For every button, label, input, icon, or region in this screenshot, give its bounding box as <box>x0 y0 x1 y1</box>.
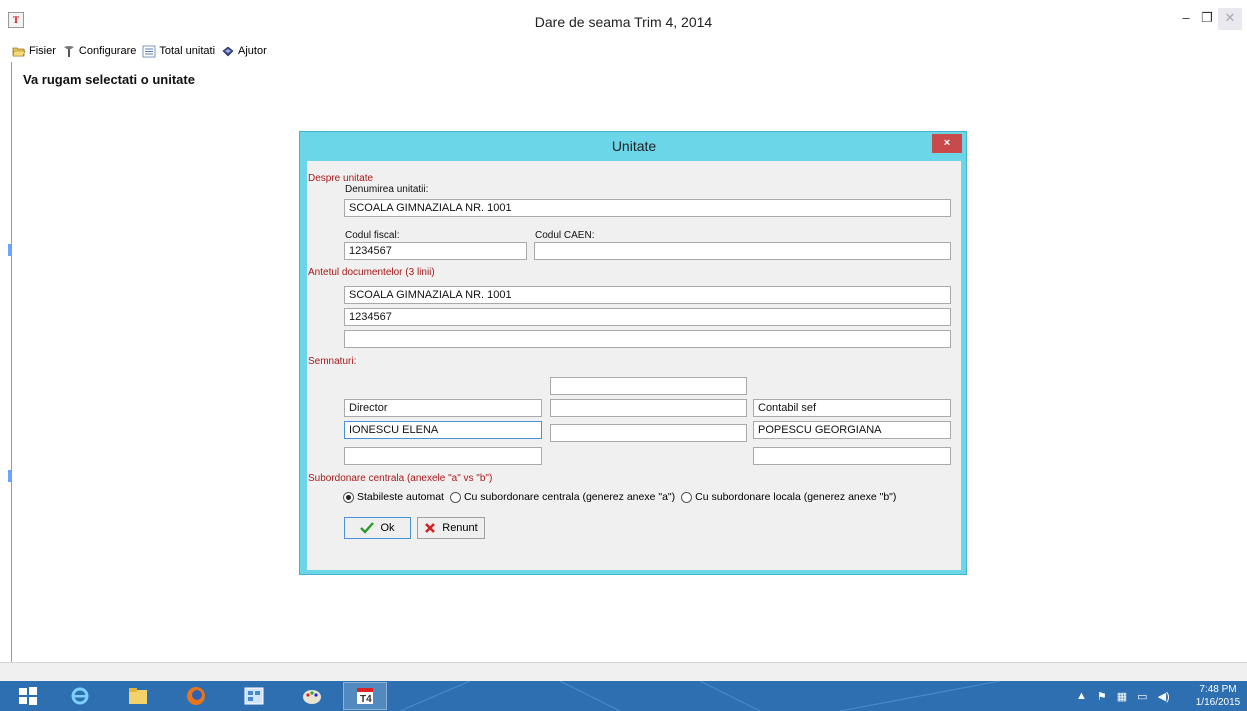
monitor-icon[interactable]: ▭ <box>1137 690 1147 703</box>
cod-fiscal-field[interactable]: 1234567 <box>344 242 527 260</box>
maximize-button[interactable]: ❐ <box>1197 8 1217 30</box>
denumire-label: Denumirea unitatii: <box>345 184 429 195</box>
dialog-close-button[interactable]: × <box>932 134 962 153</box>
network-icon[interactable]: ▦ <box>1117 690 1127 703</box>
clock-time: 7:48 PM <box>1199 684 1237 695</box>
sig-middle-2[interactable] <box>550 399 747 417</box>
x-cross-icon <box>425 523 436 533</box>
start-button[interactable] <box>6 682 50 710</box>
firefox-icon <box>187 687 205 705</box>
section-semnaturi: Semnaturi: <box>308 356 357 367</box>
svg-text:T4: T4 <box>360 694 372 705</box>
sig-right-2[interactable]: POPESCU GEORGIANA <box>753 421 951 439</box>
taskbar-internet-explorer[interactable] <box>58 682 102 710</box>
dialog-body: Despre unitate Denumirea unitatii: SCOAL… <box>307 161 961 570</box>
select-unit-message: Va rugam selectati o unitate <box>23 72 195 87</box>
taskbar-dare-de-seama[interactable]: T4 <box>343 682 387 710</box>
left-splitter[interactable] <box>0 62 11 662</box>
system-clock[interactable]: 7:48 PM 1/16/2015 <box>1190 683 1246 709</box>
menu-bar: Fisier Configurare Total unitati Ajutor <box>0 40 1247 62</box>
minimize-button[interactable]: – <box>1176 8 1196 30</box>
radio-centrala-label: Cu subordonare centrala (generez anexe "… <box>463 491 676 503</box>
show-hidden-icons-icon[interactable]: ▲ <box>1076 690 1087 702</box>
menu-total-unitati[interactable]: Total unitati <box>142 45 215 58</box>
sig-left-2[interactable]: IONESCU ELENA <box>344 421 542 439</box>
ok-label: Ok <box>380 522 395 534</box>
title-bar: T Dare de seama Trim 4, 2014 – ❐ ✕ <box>0 0 1247 40</box>
radio-automat-label: Stabileste automat <box>357 491 444 503</box>
sig-right-1[interactable]: Contabil sef <box>753 399 951 417</box>
radio-subordonare-centrala[interactable]: Cu subordonare centrala (generez anexe "… <box>449 491 676 503</box>
internet-explorer-icon <box>71 687 89 705</box>
list-icon <box>142 45 156 57</box>
volume-icon[interactable]: ◀) <box>1158 690 1170 703</box>
taskbar-paint[interactable] <box>290 682 334 710</box>
checkmark-icon <box>360 522 375 534</box>
antet-line-3[interactable] <box>344 330 951 348</box>
antet-line-2[interactable]: 1234567 <box>344 308 951 326</box>
taskbar-firefox[interactable] <box>174 682 218 710</box>
radio-stabileste-automat[interactable]: Stabileste automat <box>343 491 444 503</box>
taskbar-app-grid[interactable] <box>232 682 276 710</box>
menu-fisier[interactable]: Fisier <box>12 45 56 58</box>
windows-logo-icon <box>19 687 37 705</box>
sig-left-3[interactable] <box>344 447 542 465</box>
menu-ajutor[interactable]: Ajutor <box>221 45 267 58</box>
menu-fisier-label: Fisier <box>29 45 56 57</box>
menu-configurare-label: Configurare <box>78 45 137 57</box>
folder-icon <box>129 688 147 704</box>
close-button[interactable]: ✕ <box>1218 8 1242 30</box>
unitate-dialog: Unitate × Despre unitate Denumirea unita… <box>299 131 967 575</box>
tools-icon <box>63 45 74 57</box>
folder-open-icon <box>12 47 26 56</box>
sig-left-1[interactable]: Director <box>344 399 542 417</box>
radio-indicator-selected <box>343 491 354 503</box>
radio-subordonare-locala[interactable]: Cu subordonare locala (generez anexe "b"… <box>681 491 896 503</box>
window-title: Dare de seama Trim 4, 2014 <box>534 14 713 30</box>
cod-fiscal-label: Codul fiscal: <box>345 230 400 241</box>
section-antet: Antetul documentelor (3 linii) <box>308 267 435 278</box>
ok-button[interactable]: Ok <box>344 517 411 539</box>
radio-indicator <box>449 491 461 503</box>
antet-line-1[interactable]: SCOALA GIMNAZIALA NR. 1001 <box>344 286 951 304</box>
paint-palette-icon <box>303 690 321 704</box>
denumire-field[interactable]: SCOALA GIMNAZIALA NR. 1001 <box>344 199 951 217</box>
system-tray: ▲ ⚑ ▦ ▭ ◀) <box>1076 681 1170 711</box>
subordonare-radio-group: Stabileste automat Cu subordonare centra… <box>343 491 902 503</box>
help-book-icon <box>222 46 234 56</box>
sig-middle-3[interactable] <box>550 424 747 442</box>
radio-locala-label: Cu subordonare locala (generez anexe "b"… <box>695 491 897 503</box>
clock-date: 1/16/2015 <box>1195 697 1241 708</box>
menu-total-unitati-label: Total unitati <box>159 45 216 57</box>
menu-ajutor-label: Ajutor <box>238 45 267 57</box>
t4-app-icon: T4 <box>357 688 373 705</box>
section-subordonare: Subordonare centrala (anexele "a" vs "b"… <box>308 473 493 484</box>
cancel-button[interactable]: Renunt <box>417 517 485 539</box>
menu-configurare[interactable]: Configurare <box>62 45 136 58</box>
radio-indicator <box>681 491 693 503</box>
cod-caen-label: Codul CAEN: <box>535 230 595 241</box>
taskbar: T4 ▲ ⚑ ▦ ▭ ◀) 7:48 PM 1/16/2015 <box>0 681 1247 711</box>
cancel-label: Renunt <box>442 522 478 534</box>
taskbar-file-explorer[interactable] <box>116 682 160 710</box>
sig-right-3[interactable] <box>753 447 951 465</box>
control-panel-icon <box>244 687 264 705</box>
section-despre-unitate: Despre unitate <box>308 173 374 184</box>
cod-caen-field[interactable] <box>534 242 951 260</box>
action-center-flag-icon[interactable]: ⚑ <box>1097 690 1107 703</box>
status-bar <box>0 662 1247 681</box>
sig-middle-1[interactable] <box>550 377 747 395</box>
dialog-title: Unitate <box>611 138 657 154</box>
